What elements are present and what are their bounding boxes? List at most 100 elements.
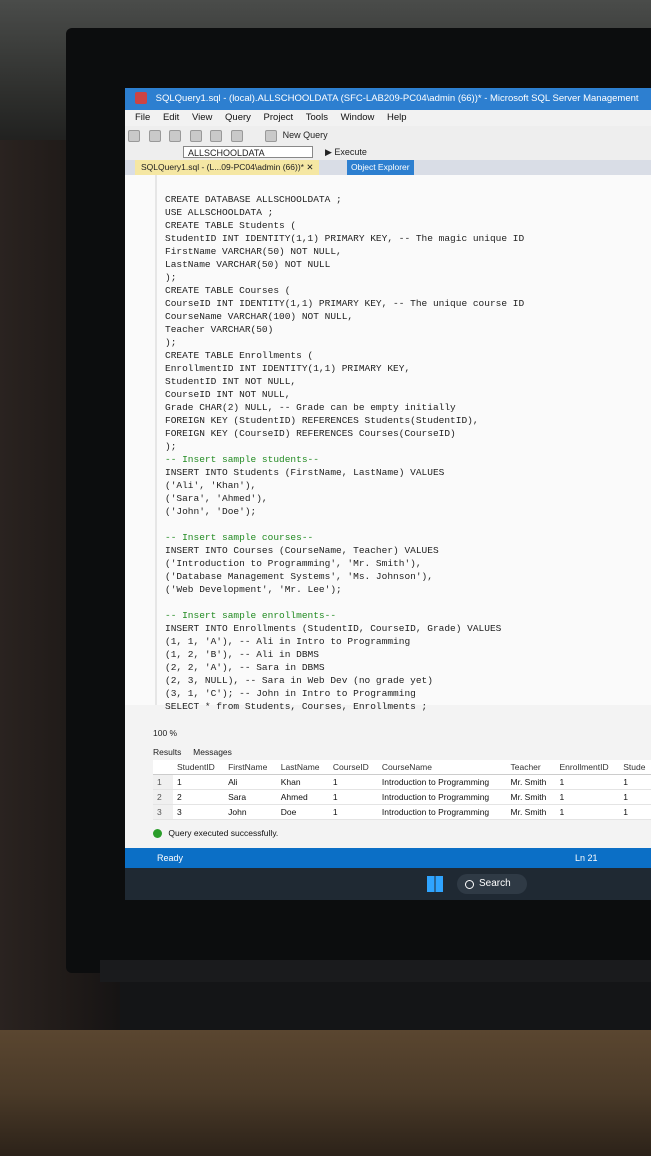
code-line[interactable]: (1, 1, 'A'), -- Ali in Intro to Programm… bbox=[165, 635, 410, 648]
code-line[interactable]: ('Sara', 'Ahmed'), bbox=[165, 492, 268, 505]
code-line[interactable]: CREATE TABLE Enrollments ( bbox=[165, 349, 313, 362]
menu-edit[interactable]: Edit bbox=[163, 112, 179, 123]
table-cell[interactable]: Introduction to Programming bbox=[377, 774, 507, 790]
code-line[interactable]: CREATE DATABASE ALLSCHOOLDATA ; bbox=[165, 193, 342, 206]
table-cell[interactable]: 2 bbox=[173, 789, 225, 805]
code-line[interactable]: ('Database Management Systems', 'Ms. Joh… bbox=[165, 570, 433, 583]
code-line[interactable]: StudentID INT IDENTITY(1,1) PRIMARY KEY,… bbox=[165, 232, 524, 245]
table-cell[interactable]: 1 bbox=[619, 774, 651, 790]
zoom-level[interactable]: 100 % bbox=[153, 728, 177, 738]
menu-project[interactable]: Project bbox=[264, 112, 294, 123]
code-line[interactable]: INSERT INTO Enrollments (StudentID, Cour… bbox=[165, 622, 501, 635]
table-row[interactable]: 2 2 Sara Ahmed 1 Introduction to Program… bbox=[153, 789, 651, 805]
windows-start-icon[interactable] bbox=[427, 876, 443, 892]
code-line[interactable]: (2, 3, NULL), -- Sara in Web Dev (no gra… bbox=[165, 674, 433, 687]
code-line[interactable]: Teacher VARCHAR(50) bbox=[165, 323, 273, 336]
column-header[interactable]: LastName bbox=[276, 760, 329, 775]
save-icon[interactable] bbox=[210, 129, 223, 142]
column-header[interactable]: CourseID bbox=[328, 760, 378, 775]
code-line[interactable]: LastName VARCHAR(50) NOT NULL bbox=[165, 258, 330, 271]
code-line[interactable]: INSERT INTO Students (FirstName, LastNam… bbox=[165, 466, 444, 479]
table-cell[interactable]: 1 bbox=[555, 804, 620, 820]
table-cell[interactable]: 1 bbox=[619, 789, 651, 805]
table-cell[interactable]: Introduction to Programming bbox=[377, 804, 507, 820]
table-cell[interactable]: Ahmed bbox=[276, 789, 329, 805]
code-line[interactable]: -- Insert sample students-- bbox=[165, 453, 319, 466]
code-line[interactable]: CourseID INT IDENTITY(1,1) PRIMARY KEY, … bbox=[165, 297, 524, 310]
table-cell[interactable]: 3 bbox=[173, 804, 225, 820]
code-line[interactable]: USE ALLSCHOOLDATA ; bbox=[165, 206, 273, 219]
code-line[interactable]: CREATE TABLE Courses ( bbox=[165, 284, 290, 297]
table-cell[interactable]: 1 bbox=[555, 789, 620, 805]
menu-query[interactable]: Query bbox=[225, 112, 251, 123]
code-line[interactable]: ('Ali', 'Khan'), bbox=[165, 479, 256, 492]
back-icon[interactable] bbox=[128, 129, 140, 142]
column-header[interactable]: FirstName bbox=[224, 760, 277, 775]
results-grid[interactable]: StudentID FirstName LastName CourseID Co… bbox=[153, 760, 651, 820]
tab-sqlquery1[interactable]: SQLQuery1.sql - (L...09-PC04\admin (66))… bbox=[135, 160, 320, 175]
column-header[interactable]: Teacher bbox=[506, 760, 556, 775]
open-file-icon[interactable] bbox=[189, 129, 202, 142]
code-line[interactable]: -- Insert sample courses-- bbox=[165, 531, 313, 544]
table-row[interactable]: 1 1 Ali Khan 1 Introduction to Programmi… bbox=[153, 774, 651, 790]
table-cell[interactable]: 1 bbox=[619, 804, 651, 820]
code-line[interactable]: (2, 2, 'A'), -- Sara in DBMS bbox=[165, 661, 325, 674]
code-line[interactable]: CourseID INT NOT NULL, bbox=[165, 388, 290, 401]
table-cell[interactable]: Khan bbox=[276, 774, 329, 790]
code-line[interactable]: FOREIGN KEY (StudentID) REFERENCES Stude… bbox=[165, 414, 479, 427]
code-line[interactable]: ('Introduction to Programming', 'Mr. Smi… bbox=[165, 557, 422, 570]
menu-tools[interactable]: Tools bbox=[306, 112, 328, 123]
code-line[interactable]: -- Insert sample enrollments-- bbox=[165, 609, 336, 622]
table-cell[interactable]: Sara bbox=[224, 789, 277, 805]
tab-results[interactable]: Results bbox=[153, 747, 181, 757]
code-line[interactable]: INSERT INTO Courses (CourseName, Teacher… bbox=[165, 544, 439, 557]
table-cell[interactable]: 1 bbox=[328, 774, 378, 790]
execute-button[interactable]: ▶ Execute bbox=[325, 144, 367, 160]
code-line[interactable]: (3, 1, 'C'); -- John in Intro to Program… bbox=[165, 687, 416, 700]
code-line[interactable]: SELECT * from Students, Courses, Enrollm… bbox=[165, 700, 427, 713]
code-line[interactable]: EnrollmentID INT IDENTITY(1,1) PRIMARY K… bbox=[165, 362, 410, 375]
tab-object-explorer[interactable]: Object Explorer bbox=[347, 160, 414, 175]
table-cell[interactable]: John bbox=[224, 804, 277, 820]
menu-help[interactable]: Help bbox=[387, 112, 407, 123]
table-cell[interactable]: Mr. Smith bbox=[506, 774, 556, 790]
column-header[interactable]: StudentID bbox=[173, 760, 225, 775]
tab-messages[interactable]: Messages bbox=[193, 747, 232, 757]
table-cell[interactable]: 1 bbox=[328, 804, 378, 820]
menu-view[interactable]: View bbox=[192, 112, 212, 123]
code-line[interactable]: Grade CHAR(2) NULL, -- Grade can be empt… bbox=[165, 401, 456, 414]
table-cell[interactable]: Mr. Smith bbox=[506, 789, 556, 805]
code-line[interactable]: ('Web Development', 'Mr. Lee'); bbox=[165, 583, 342, 596]
code-line[interactable]: (1, 2, 'B'), -- Ali in DBMS bbox=[165, 648, 319, 661]
column-header[interactable]: EnrollmentID bbox=[555, 760, 620, 775]
table-row[interactable]: 3 3 John Doe 1 Introduction to Programmi… bbox=[153, 804, 651, 820]
code-line[interactable]: FOREIGN KEY (CourseID) REFERENCES Course… bbox=[165, 427, 456, 440]
code-line[interactable]: ); bbox=[165, 440, 176, 453]
table-cell[interactable]: Introduction to Programming bbox=[377, 789, 507, 805]
code-line[interactable]: ); bbox=[165, 336, 176, 349]
query-editor[interactable]: CREATE DATABASE ALLSCHOOLDATA ; USE ALLSC… bbox=[125, 175, 651, 712]
code-line[interactable]: StudentID INT NOT NULL, bbox=[165, 375, 296, 388]
table-cell[interactable]: Doe bbox=[276, 804, 329, 820]
column-header[interactable]: CourseName bbox=[377, 760, 507, 775]
new-query-button[interactable]: New Query bbox=[262, 126, 328, 144]
table-cell[interactable]: 1 bbox=[555, 774, 620, 790]
code-line[interactable]: CREATE TABLE Students ( bbox=[165, 219, 296, 232]
menu-window[interactable]: Window bbox=[341, 112, 375, 123]
table-cell[interactable]: Ali bbox=[224, 774, 277, 790]
new-project-icon[interactable] bbox=[169, 129, 182, 142]
code-line[interactable]: ); bbox=[165, 271, 176, 284]
code-line[interactable]: CourseName VARCHAR(100) NOT NULL, bbox=[165, 310, 353, 323]
forward-icon[interactable] bbox=[148, 129, 161, 142]
code-line[interactable]: FirstName VARCHAR(50) NOT NULL, bbox=[165, 245, 342, 258]
table-cell[interactable]: Mr. Smith bbox=[506, 804, 556, 820]
code-line[interactable]: ('John', 'Doe'); bbox=[165, 505, 256, 518]
column-header[interactable]: Stude bbox=[619, 760, 651, 775]
database-selector[interactable]: ALLSCHOOLDATA bbox=[183, 146, 313, 158]
save-all-icon[interactable] bbox=[230, 129, 243, 142]
table-cell[interactable]: 1 bbox=[173, 774, 225, 790]
taskbar-search[interactable]: Search bbox=[457, 874, 527, 894]
menu-file[interactable]: File bbox=[135, 112, 150, 123]
ssms-window: SQLQuery1.sql - (local).ALLSCHOOLDATA (S… bbox=[125, 88, 651, 900]
table-cell[interactable]: 1 bbox=[328, 789, 378, 805]
